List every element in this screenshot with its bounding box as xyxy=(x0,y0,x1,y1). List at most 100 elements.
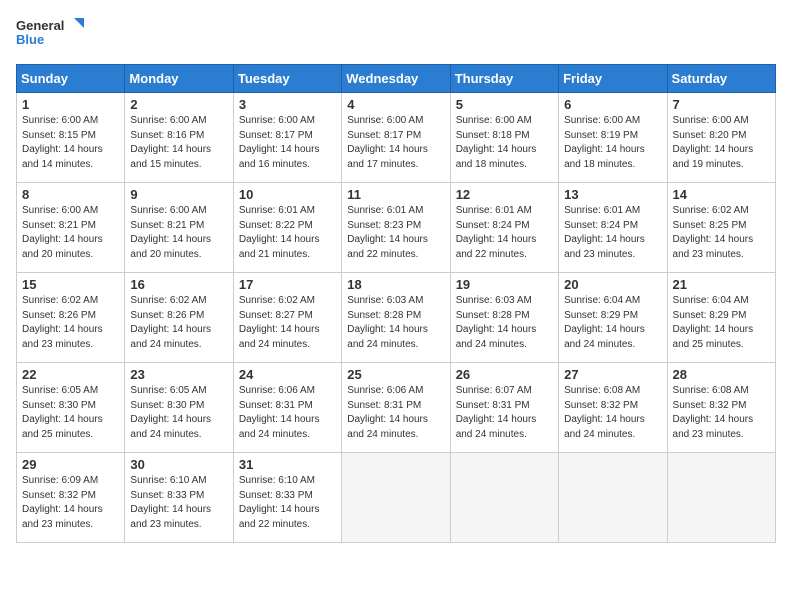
calendar-header-tuesday: Tuesday xyxy=(233,65,341,93)
calendar-cell: 13Sunrise: 6:01 AM Sunset: 8:24 PM Dayli… xyxy=(559,183,667,273)
calendar-cell: 15 Sunrise: 6:02 AM Sunset: 8:26 PM Dayli… xyxy=(17,273,125,363)
calendar-cell: 27 Sunrise: 6:08 AM Sunset: 8:32 PM Dayli… xyxy=(559,363,667,453)
calendar-body: 1 Sunrise: 6:00 AM Sunset: 8:15 PM Daylig… xyxy=(17,93,776,543)
calendar-week-5: 29Sunrise: 6:09 AM Sunset: 8:32 PM Dayli… xyxy=(17,453,776,543)
day-number: 30 xyxy=(130,457,227,472)
day-number: 22 xyxy=(22,367,119,382)
day-info: Sunrise: 6:00 AM Sunset: 8:21 PM Dayligh… xyxy=(130,204,227,262)
calendar-week-1: 1 Sunrise: 6:00 AM Sunset: 8:15 PM Daylig… xyxy=(17,93,776,183)
day-number: 5 xyxy=(456,97,553,112)
calendar-cell: 19 Sunrise: 6:03 AM Sunset: 8:28 PM Dayli… xyxy=(450,273,558,363)
calendar-cell: 14Sunrise: 6:02 AM Sunset: 8:25 PM Dayli… xyxy=(667,183,775,273)
day-info: Sunrise: 6:02 AM Sunset: 8:27 PM Dayligh… xyxy=(239,294,336,352)
day-number: 2 xyxy=(130,97,227,112)
day-info: Sunrise: 6:00 AM Sunset: 8:20 PM Dayligh… xyxy=(673,114,770,172)
day-number: 27 xyxy=(564,367,661,382)
day-info: Sunrise: 6:00 AM Sunset: 8:17 PM Dayligh… xyxy=(347,114,444,172)
calendar-week-2: 8 Sunrise: 6:00 AM Sunset: 8:21 PM Daylig… xyxy=(17,183,776,273)
day-info: Sunrise: 6:00 AM Sunset: 8:15 PM Dayligh… xyxy=(22,114,119,172)
day-info: Sunrise: 6:02 AM Sunset: 8:26 PM Dayligh… xyxy=(130,294,227,352)
calendar-cell: 7 Sunrise: 6:00 AM Sunset: 8:20 PM Daylig… xyxy=(667,93,775,183)
day-info: Sunrise: 6:10 AM Sunset: 8:33 PM Dayligh… xyxy=(239,474,336,532)
day-number: 17 xyxy=(239,277,336,292)
day-info: Sunrise: 6:00 AM Sunset: 8:19 PM Dayligh… xyxy=(564,114,661,172)
calendar-week-3: 15 Sunrise: 6:02 AM Sunset: 8:26 PM Dayli… xyxy=(17,273,776,363)
day-number: 21 xyxy=(673,277,770,292)
day-number: 12 xyxy=(456,187,553,202)
day-info: Sunrise: 6:01 AM Sunset: 8:24 PM Dayligh… xyxy=(456,204,553,262)
day-info: Sunrise: 6:03 AM Sunset: 8:28 PM Dayligh… xyxy=(456,294,553,352)
day-number: 29 xyxy=(22,457,119,472)
day-number: 7 xyxy=(673,97,770,112)
day-number: 11 xyxy=(347,187,444,202)
day-number: 31 xyxy=(239,457,336,472)
day-number: 3 xyxy=(239,97,336,112)
calendar-cell: 30Sunrise: 6:10 AM Sunset: 8:33 PM Dayli… xyxy=(125,453,233,543)
calendar-cell: 16 Sunrise: 6:02 AM Sunset: 8:26 PM Dayli… xyxy=(125,273,233,363)
day-info: Sunrise: 6:08 AM Sunset: 8:32 PM Dayligh… xyxy=(564,384,661,442)
calendar-header-saturday: Saturday xyxy=(667,65,775,93)
svg-text:General: General xyxy=(16,18,64,33)
calendar-cell xyxy=(667,453,775,543)
logo-svg: General Blue xyxy=(16,16,86,52)
day-number: 14 xyxy=(673,187,770,202)
calendar-header-wednesday: Wednesday xyxy=(342,65,450,93)
day-number: 4 xyxy=(347,97,444,112)
calendar-cell: 21 Sunrise: 6:04 AM Sunset: 8:29 PM Dayli… xyxy=(667,273,775,363)
calendar-cell: 3 Sunrise: 6:00 AM Sunset: 8:17 PM Daylig… xyxy=(233,93,341,183)
day-info: Sunrise: 6:00 AM Sunset: 8:16 PM Dayligh… xyxy=(130,114,227,172)
day-info: Sunrise: 6:00 AM Sunset: 8:17 PM Dayligh… xyxy=(239,114,336,172)
calendar-cell xyxy=(342,453,450,543)
calendar-header-friday: Friday xyxy=(559,65,667,93)
day-number: 24 xyxy=(239,367,336,382)
day-info: Sunrise: 6:01 AM Sunset: 8:22 PM Dayligh… xyxy=(239,204,336,262)
day-info: Sunrise: 6:08 AM Sunset: 8:32 PM Dayligh… xyxy=(673,384,770,442)
svg-text:Blue: Blue xyxy=(16,32,44,47)
day-number: 8 xyxy=(22,187,119,202)
day-number: 15 xyxy=(22,277,119,292)
calendar-cell: 17 Sunrise: 6:02 AM Sunset: 8:27 PM Dayli… xyxy=(233,273,341,363)
day-info: Sunrise: 6:04 AM Sunset: 8:29 PM Dayligh… xyxy=(564,294,661,352)
page-header: General Blue xyxy=(16,16,776,52)
logo: General Blue xyxy=(16,16,86,52)
day-info: Sunrise: 6:06 AM Sunset: 8:31 PM Dayligh… xyxy=(347,384,444,442)
day-info: Sunrise: 6:00 AM Sunset: 8:18 PM Dayligh… xyxy=(456,114,553,172)
calendar-week-4: 22 Sunrise: 6:05 AM Sunset: 8:30 PM Dayli… xyxy=(17,363,776,453)
day-number: 1 xyxy=(22,97,119,112)
calendar-cell: 5 Sunrise: 6:00 AM Sunset: 8:18 PM Daylig… xyxy=(450,93,558,183)
calendar-cell: 8Sunrise: 6:00 AM Sunset: 8:21 PM Daylig… xyxy=(17,183,125,273)
calendar-cell: 31 Sunrise: 6:10 AM Sunset: 8:33 PM Dayli… xyxy=(233,453,341,543)
day-number: 16 xyxy=(130,277,227,292)
day-info: Sunrise: 6:05 AM Sunset: 8:30 PM Dayligh… xyxy=(22,384,119,442)
calendar-header-sunday: Sunday xyxy=(17,65,125,93)
calendar-cell: 1 Sunrise: 6:00 AM Sunset: 8:15 PM Daylig… xyxy=(17,93,125,183)
day-number: 18 xyxy=(347,277,444,292)
day-number: 20 xyxy=(564,277,661,292)
day-info: Sunrise: 6:05 AM Sunset: 8:30 PM Dayligh… xyxy=(130,384,227,442)
day-info: Sunrise: 6:02 AM Sunset: 8:26 PM Dayligh… xyxy=(22,294,119,352)
calendar-cell: 10 Sunrise: 6:01 AM Sunset: 8:22 PM Dayli… xyxy=(233,183,341,273)
day-number: 9 xyxy=(130,187,227,202)
calendar-header-thursday: Thursday xyxy=(450,65,558,93)
calendar-cell: 4 Sunrise: 6:00 AM Sunset: 8:17 PM Daylig… xyxy=(342,93,450,183)
calendar-cell: 11 Sunrise: 6:01 AM Sunset: 8:23 PM Dayli… xyxy=(342,183,450,273)
calendar-cell: 28 Sunrise: 6:08 AM Sunset: 8:32 PM Dayli… xyxy=(667,363,775,453)
calendar-cell: 23 Sunrise: 6:05 AM Sunset: 8:30 PM Dayli… xyxy=(125,363,233,453)
calendar-cell: 22 Sunrise: 6:05 AM Sunset: 8:30 PM Dayli… xyxy=(17,363,125,453)
day-info: Sunrise: 6:07 AM Sunset: 8:31 PM Dayligh… xyxy=(456,384,553,442)
day-number: 23 xyxy=(130,367,227,382)
calendar-cell: 12 Sunrise: 6:01 AM Sunset: 8:24 PM Dayli… xyxy=(450,183,558,273)
day-info: Sunrise: 6:04 AM Sunset: 8:29 PM Dayligh… xyxy=(673,294,770,352)
calendar-cell: 29Sunrise: 6:09 AM Sunset: 8:32 PM Dayli… xyxy=(17,453,125,543)
calendar-cell: 6 Sunrise: 6:00 AM Sunset: 8:19 PM Daylig… xyxy=(559,93,667,183)
day-number: 19 xyxy=(456,277,553,292)
day-info: Sunrise: 6:01 AM Sunset: 8:23 PM Dayligh… xyxy=(347,204,444,262)
day-number: 26 xyxy=(456,367,553,382)
day-number: 10 xyxy=(239,187,336,202)
calendar-cell: 2 Sunrise: 6:00 AM Sunset: 8:16 PM Daylig… xyxy=(125,93,233,183)
day-info: Sunrise: 6:01 AM Sunset: 8:24 PM Dayligh… xyxy=(564,204,661,262)
day-number: 6 xyxy=(564,97,661,112)
calendar-cell: 25Sunrise: 6:06 AM Sunset: 8:31 PM Dayli… xyxy=(342,363,450,453)
day-number: 28 xyxy=(673,367,770,382)
calendar-cell: 24Sunrise: 6:06 AM Sunset: 8:31 PM Dayli… xyxy=(233,363,341,453)
